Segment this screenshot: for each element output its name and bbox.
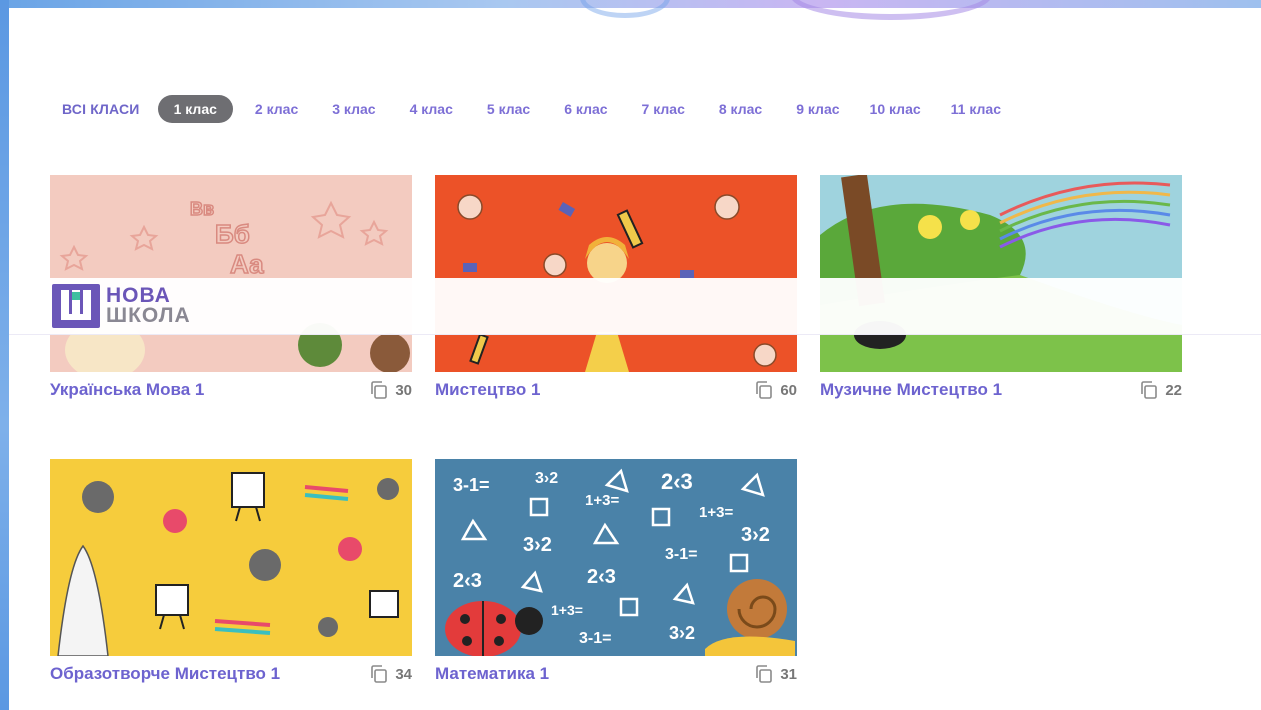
tab-grade-6[interactable]: 6 клас [554, 95, 617, 123]
math-expression: 3›2 [669, 623, 695, 643]
decorative-swirl [790, 0, 992, 20]
copy-icon [371, 665, 388, 683]
math-cover-illustration: 3-1= 3›2 2‹3 1+3= 1+3= 3›2 3›2 3-1= 2‹3 … [435, 459, 797, 656]
tab-grade-5[interactable]: 5 клас [477, 95, 540, 123]
art-cover-illustration [435, 175, 797, 372]
math-expression: 1+3= [551, 602, 583, 618]
tab-grade-3[interactable]: 3 клас [322, 95, 385, 123]
course-cover-image[interactable] [435, 175, 797, 372]
lesson-count-value: 34 [395, 665, 412, 683]
decorative-swirl [580, 0, 670, 18]
math-expression: 1+3= [699, 504, 733, 521]
svg-text:Бб: Бб [215, 219, 250, 249]
copy-icon [371, 381, 388, 399]
copy-icon [756, 381, 773, 399]
ukrainian-cover-illustration: Бб Аа Вв [50, 175, 412, 372]
course-card-math[interactable]: 3-1= 3›2 2‹3 1+3= 1+3= 3›2 3›2 3-1= 2‹3 … [435, 459, 797, 692]
lesson-count: 30 [369, 380, 412, 400]
course-title[interactable]: Математика 1 [435, 664, 549, 684]
course-cover-image[interactable]: 3-1= 3›2 2‹3 1+3= 1+3= 3›2 3›2 3-1= 2‹3 … [435, 459, 797, 656]
course-card-visual-art[interactable]: Образотворче Мистецтво 1 34 [50, 459, 412, 692]
course-cover-image[interactable] [820, 175, 1182, 372]
math-expression: 3-1= [453, 475, 490, 495]
lesson-count: 60 [754, 380, 797, 400]
tab-grade-9[interactable]: 9 клас [786, 95, 849, 123]
math-expression: 3›2 [741, 524, 770, 546]
math-expression: 3›2 [523, 534, 552, 556]
course-cover-image[interactable]: Бб Аа Вв [50, 175, 412, 372]
tab-grade-1[interactable]: 1 клас [157, 95, 233, 123]
tab-grade-10[interactable]: 10 клас [860, 95, 931, 123]
tab-all-grades[interactable]: ВСІ КЛАСИ [52, 95, 150, 123]
visual-art-cover-illustration [50, 459, 412, 656]
math-expression: 3›2 [535, 470, 558, 487]
logo-text-line2: ШКОЛА [106, 304, 191, 327]
course-title[interactable]: Українська Мова 1 [50, 380, 204, 400]
svg-text:Вв: Вв [190, 199, 214, 219]
math-expression: 2‹3 [453, 570, 482, 592]
svg-text:Аа: Аа [230, 249, 264, 279]
snail-illustration [727, 579, 787, 639]
nova-shkola-logo-mark [52, 284, 100, 328]
course-title[interactable]: Образотворче Мистецтво 1 [50, 664, 280, 684]
math-expression: 1+3= [585, 492, 619, 509]
logo-banner [9, 278, 1261, 335]
tab-grade-11[interactable]: 11 клас [941, 95, 1011, 123]
logo-text-line1: НОВА [106, 284, 171, 307]
math-expression: 3-1= [665, 546, 697, 563]
tab-grade-4[interactable]: 4 клас [400, 95, 463, 123]
math-expression: 2‹3 [661, 469, 693, 494]
decorative-frame-left [0, 0, 9, 710]
course-cover-image[interactable] [50, 459, 412, 656]
lesson-count-value: 30 [395, 381, 412, 399]
lesson-count: 31 [754, 664, 797, 684]
copy-icon [756, 665, 773, 683]
lesson-count: 22 [1139, 380, 1182, 400]
nova-shkola-logo: НОВА ШКОЛА [52, 284, 191, 328]
lesson-count-value: 31 [780, 665, 797, 683]
lesson-count-value: 22 [1165, 381, 1182, 399]
course-title[interactable]: Мистецтво 1 [435, 380, 540, 400]
music-cover-illustration [820, 175, 1182, 372]
tab-grade-7[interactable]: 7 клас [632, 95, 695, 123]
lesson-count-value: 60 [780, 381, 797, 399]
lesson-count: 34 [369, 664, 412, 684]
math-expression: 3-1= [579, 630, 611, 647]
tab-grade-8[interactable]: 8 клас [709, 95, 772, 123]
grade-filter-tabs: ВСІ КЛАСИ 1 клас 2 клас 3 клас 4 клас 5 … [52, 94, 1011, 124]
tab-grade-2[interactable]: 2 клас [245, 95, 308, 123]
math-expression: 2‹3 [587, 566, 616, 588]
course-title[interactable]: Музичне Мистецтво 1 [820, 380, 1002, 400]
copy-icon [1141, 381, 1158, 399]
